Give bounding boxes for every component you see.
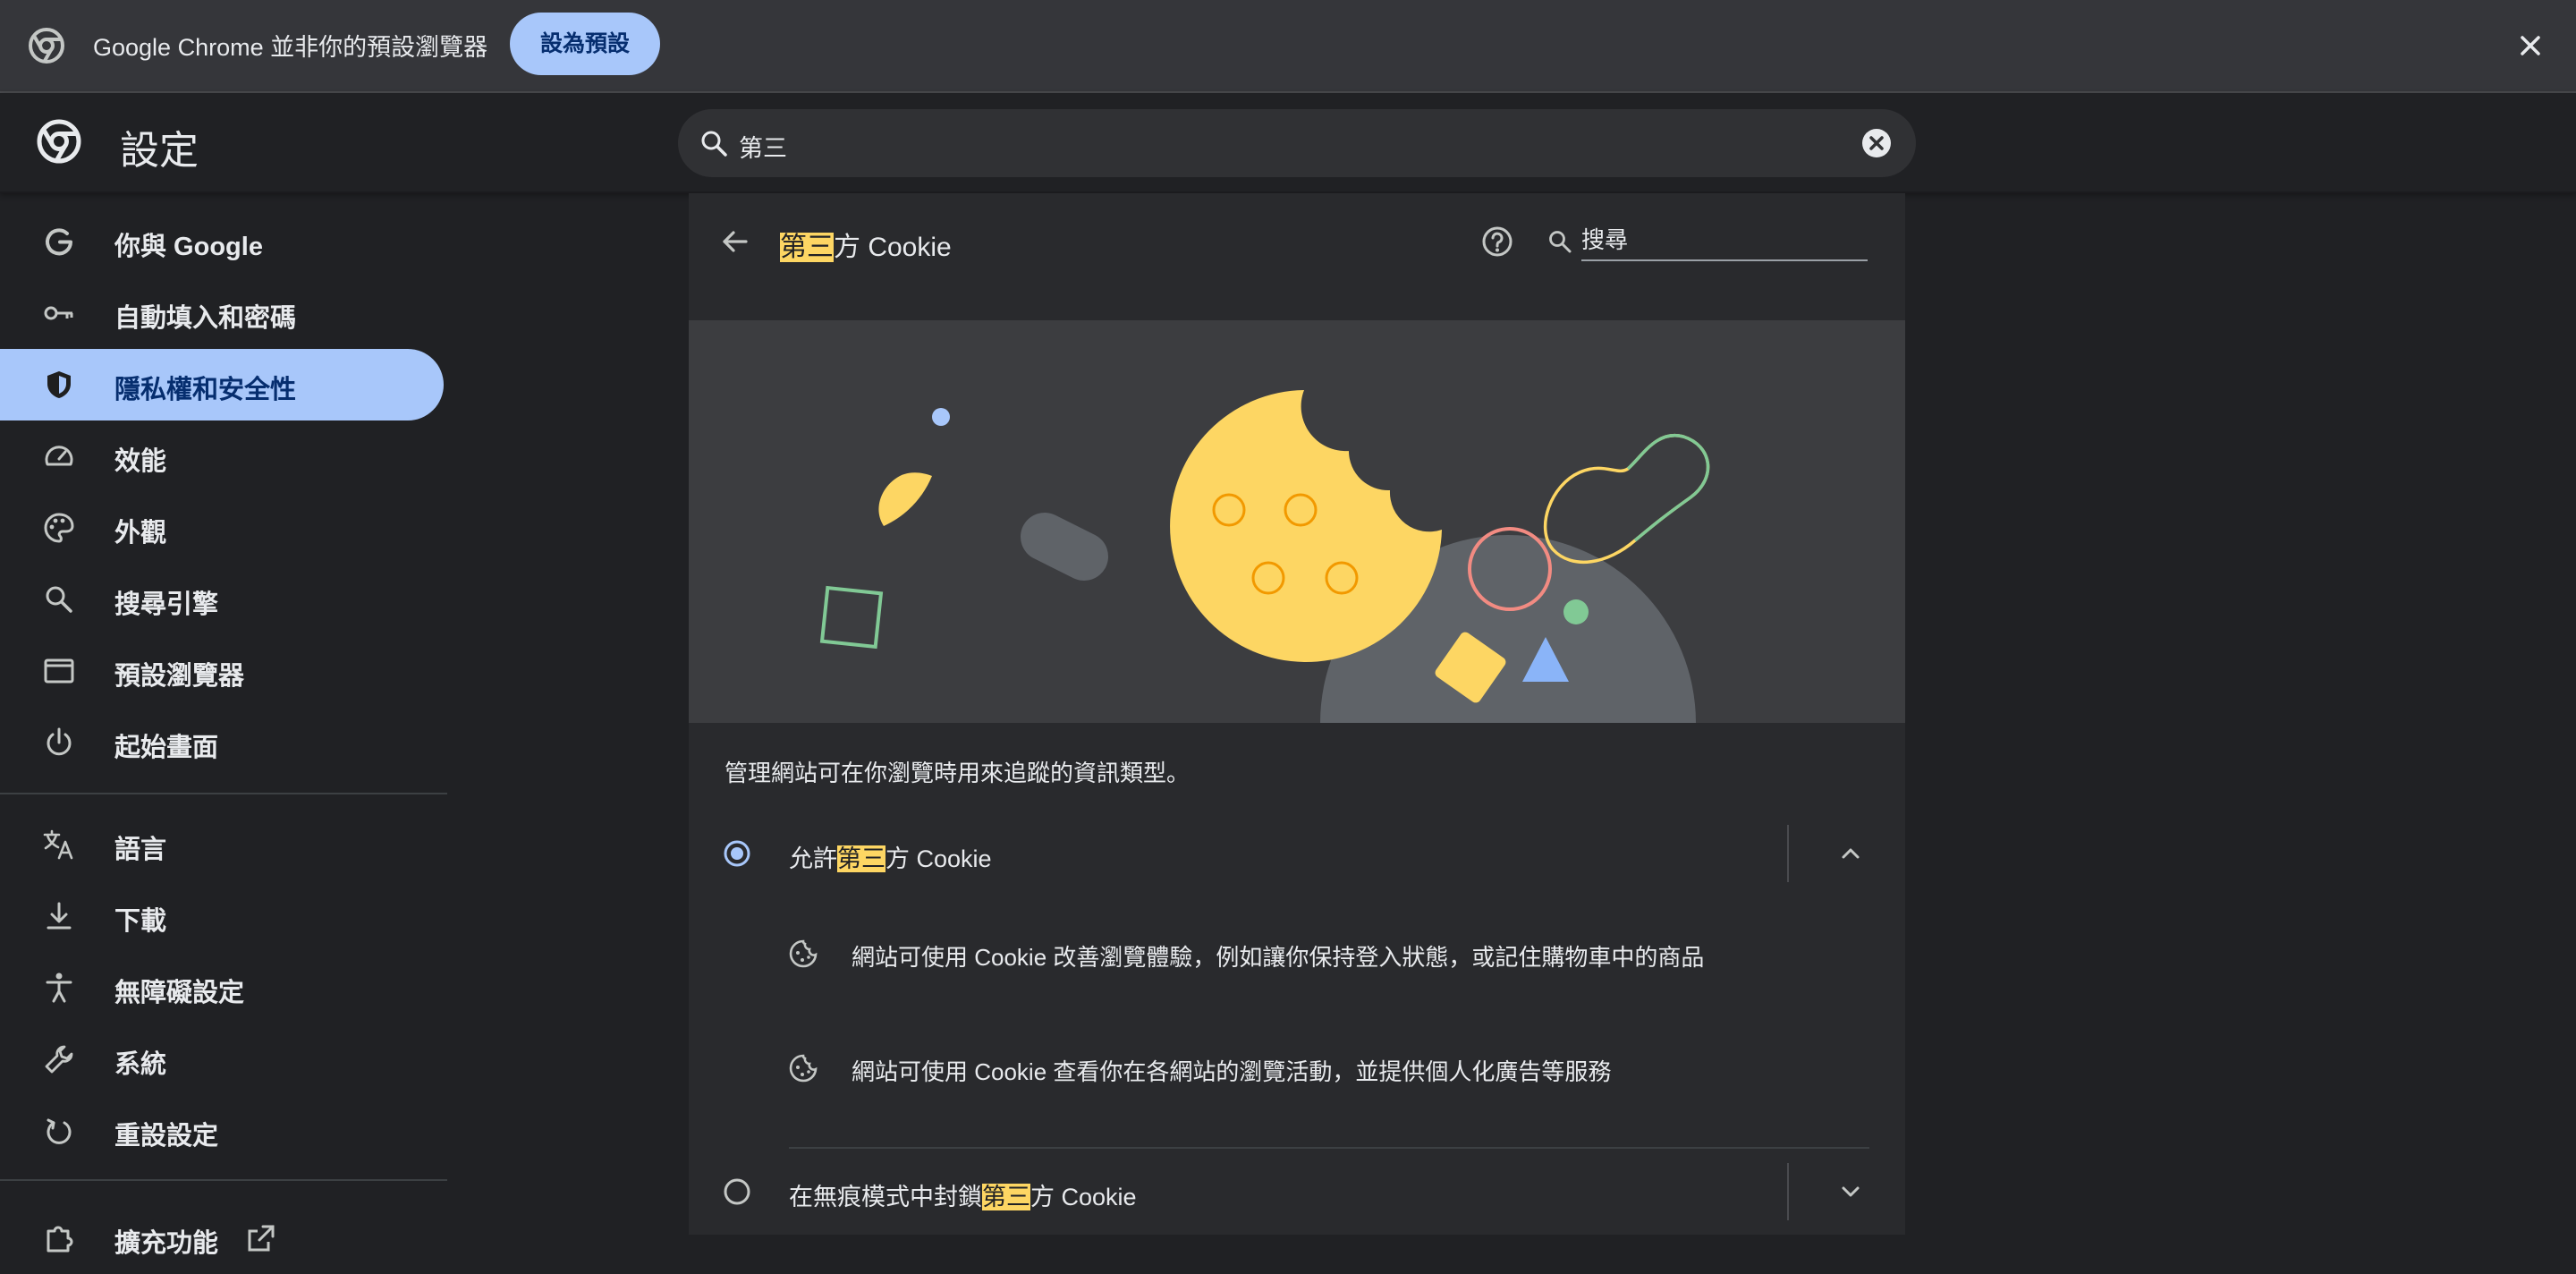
sidebar-item-label: 下載 — [114, 907, 167, 936]
panel-title: 第三方 Cookie — [780, 225, 952, 264]
cookie-icon — [787, 1052, 819, 1084]
open-in-new-icon — [243, 1220, 279, 1256]
search-highlight: 第三 — [982, 1184, 1030, 1210]
infobar-message: Google Chrome 並非你的預設瀏覽器 — [93, 34, 488, 61]
third-party-cookies-panel: 第三方 Cookie 搜尋 管理網站可在你瀏覽時用來追蹤的資訊類型。 允許第三方… — [689, 193, 1905, 1235]
wrench-icon — [41, 1041, 77, 1077]
key-icon — [41, 295, 77, 331]
sidebar-item-label: 擴充功能 — [114, 1229, 219, 1258]
sidebar-item-label: 隱私權和安全性 — [114, 376, 297, 404]
chrome-logo-icon — [27, 26, 66, 65]
sidebar-item-label: 預設瀏覽器 — [114, 662, 245, 691]
sidebar-item-label: 系統 — [114, 1050, 167, 1079]
shield-icon — [41, 367, 77, 403]
option-divider — [1787, 825, 1789, 882]
sidebar-item-downloads[interactable]: 下載 — [0, 880, 444, 952]
cookie-icon — [787, 938, 819, 970]
sidebar-item-appearance[interactable]: 外觀 — [0, 492, 444, 564]
browser-window-icon — [41, 653, 77, 689]
option-divider — [1787, 1163, 1789, 1220]
search-query: 第三 — [739, 135, 787, 162]
settings-search-input[interactable]: 第三 — [678, 109, 1916, 177]
chrome-logo-icon — [36, 118, 82, 165]
panel-description: 管理網站可在你瀏覽時用來追蹤的資訊類型。 — [724, 760, 1191, 786]
label-prefix: 允許 — [789, 845, 837, 872]
panel-title-text: 方 Cookie — [834, 233, 952, 262]
sidebar-item-languages[interactable]: 語言 — [0, 809, 444, 880]
clear-search-icon[interactable] — [1860, 127, 1893, 159]
cookie-bullet-text: 網站可使用 Cookie 改善瀏覽體驗，例如讓你保持登入狀態，或記住購物車中的商… — [852, 944, 1705, 971]
sidebar-item-privacy[interactable]: 隱私權和安全性 — [0, 349, 444, 420]
label-prefix: 在無痕模式中封鎖 — [789, 1184, 982, 1210]
reset-icon — [41, 1113, 77, 1149]
option-separator — [789, 1147, 1869, 1149]
option-label-block-incognito[interactable]: 在無痕模式中封鎖第三方 Cookie — [789, 1177, 1137, 1212]
default-browser-infobar: Google Chrome 並非你的預設瀏覽器 設為預設 — [0, 0, 2576, 93]
sidebar-item-autofill[interactable]: 自動填入和密碼 — [0, 277, 444, 349]
settings-header: 設定 第三 — [0, 93, 2576, 193]
sidebar-item-search-engine[interactable]: 搜尋引擎 — [0, 564, 444, 635]
search-icon — [41, 582, 77, 617]
search-highlight: 第三 — [780, 233, 834, 262]
sidebar-item-you-and-google[interactable]: 你與 Google — [0, 206, 444, 277]
accessibility-icon — [41, 970, 77, 1006]
sidebar-item-label: 外觀 — [114, 519, 167, 548]
chevron-up-icon[interactable] — [1835, 838, 1866, 869]
google-g-icon — [41, 224, 77, 259]
label-suffix: 方 Cookie — [1030, 1184, 1137, 1210]
page-title: 設定 — [120, 129, 199, 173]
sidebar-divider — [0, 1179, 447, 1181]
option-label-allow[interactable]: 允許第三方 Cookie — [789, 839, 992, 874]
sidebar-item-label: 語言 — [114, 836, 167, 864]
label-suffix: 方 Cookie — [886, 845, 992, 872]
radio-block-incognito[interactable] — [723, 1177, 751, 1206]
sidebar-item-extensions[interactable]: 擴充功能 — [0, 1202, 444, 1274]
search-icon — [698, 127, 730, 159]
palette-icon — [41, 510, 77, 546]
radio-allow-third-party[interactable] — [723, 839, 751, 868]
sidebar-item-performance[interactable]: 效能 — [0, 420, 444, 492]
panel-search-input[interactable]: 搜尋 — [1581, 222, 1868, 261]
chevron-down-icon[interactable] — [1835, 1176, 1866, 1207]
set-default-button[interactable]: 設為預設 — [510, 13, 660, 75]
sidebar-item-accessibility[interactable]: 無障礙設定 — [0, 952, 444, 1023]
translate-icon — [41, 827, 77, 862]
search-icon — [1546, 227, 1574, 256]
sidebar-item-label: 自動填入和密碼 — [114, 304, 297, 333]
sidebar-item-label: 效能 — [114, 447, 167, 476]
download-icon — [41, 898, 77, 934]
sidebar-item-system[interactable]: 系統 — [0, 1023, 444, 1095]
help-icon[interactable] — [1479, 224, 1515, 259]
sidebar-item-label: 起始畫面 — [114, 734, 219, 762]
back-arrow-icon[interactable] — [717, 224, 753, 259]
sidebar-item-label: 你與 Google — [114, 233, 263, 261]
search-highlight: 第三 — [837, 845, 886, 872]
sidebar-item-on-startup[interactable]: 起始畫面 — [0, 707, 444, 778]
speedometer-icon — [41, 438, 77, 474]
sidebar-item-reset[interactable]: 重設設定 — [0, 1095, 444, 1167]
settings-sidebar: 你與 Google 自動填入和密碼 隱私權和安全性 效能 外觀 搜尋引擎 預設瀏… — [0, 193, 447, 1258]
close-icon[interactable] — [2513, 29, 2547, 63]
sidebar-item-label: 重設設定 — [114, 1122, 219, 1151]
sidebar-item-label: 無障礙設定 — [114, 979, 245, 1007]
power-icon — [41, 725, 77, 760]
sidebar-divider — [0, 793, 447, 794]
cookie-bullet-text: 網站可使用 Cookie 查看你在各網站的瀏覽活動，並提供個人化廣告等服務 — [852, 1058, 1612, 1085]
extension-icon — [41, 1220, 77, 1256]
sidebar-item-default-browser[interactable]: 預設瀏覽器 — [0, 635, 444, 707]
sidebar-item-label: 搜尋引擎 — [114, 590, 219, 619]
cookie-illustration — [689, 320, 1905, 723]
